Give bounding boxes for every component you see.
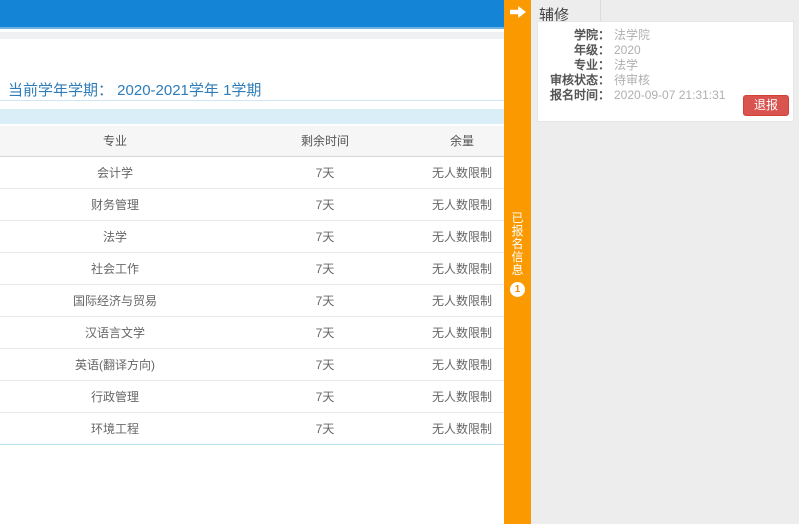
cell-quota: 无人数限制 (420, 348, 504, 381)
main-content: 当前学年学期： 2020-2021学年 1学期 专业 剩余时间 余量 会计学 7天… (0, 0, 504, 524)
table-row[interactable]: 财务管理 7天 无人数限制 (0, 188, 504, 221)
cell-major: 国际经济与贸易 (0, 284, 230, 317)
field-label: 审核状态： (549, 73, 610, 87)
registered-info-tab[interactable]: 已报名信息 1 (504, 0, 531, 524)
majors-table: 专业 剩余时间 余量 会计学 7天 无人数限制 财务管理 7天 无人数限制 法学 7天 无人数限… (0, 126, 504, 445)
field-value: 2020 (614, 43, 641, 57)
cell-remaining-time: 7天 (230, 316, 420, 349)
cell-quota: 无人数限制 (420, 220, 504, 253)
field-label: 学院： (573, 28, 610, 42)
field-label: 年级： (573, 43, 610, 57)
info-strip (0, 109, 504, 124)
col-header-quota: 余量 (420, 126, 504, 157)
cell-quota: 无人数限制 (420, 156, 504, 189)
table-row[interactable]: 社会工作 7天 无人数限制 (0, 252, 504, 285)
field-row: 学院： 法学院 (538, 28, 793, 43)
field-row: 年级： 2020 (538, 43, 793, 58)
table-row[interactable]: 国际经济与贸易 7天 无人数限制 (0, 284, 504, 317)
header-divider-strip (0, 32, 504, 39)
table-row[interactable]: 汉语言文学 7天 无人数限制 (0, 316, 504, 349)
cell-remaining-time: 7天 (230, 348, 420, 381)
field-row: 审核状态： 待审核 (538, 73, 793, 88)
minor-registration-page: 当前学年学期： 2020-2021学年 1学期 专业 剩余时间 余量 会计学 7天… (0, 0, 799, 524)
table-row[interactable]: 会计学 7天 无人数限制 (0, 156, 504, 189)
cell-major: 法学 (0, 220, 230, 253)
cell-major: 会计学 (0, 156, 230, 189)
table-row[interactable]: 英语(翻译方向) 7天 无人数限制 (0, 348, 504, 381)
registered-count-badge: 1 (510, 282, 525, 297)
col-header-remaining-time: 剩余时间 (230, 126, 420, 157)
field-row: 专业： 法学 (538, 58, 793, 73)
field-label: 报名时间： (549, 88, 610, 102)
cell-remaining-time: 7天 (230, 412, 420, 445)
cell-quota: 无人数限制 (420, 412, 504, 445)
col-header-major: 专业 (0, 126, 230, 157)
cell-remaining-time: 7天 (230, 284, 420, 317)
registration-fields: 学院： 法学院 年级： 2020 专业： 法学 审核状态： 待审核 报名时间： 2020-09-0… (538, 28, 793, 103)
registered-info-panel: 辅修 学院： 法学院 年级： 2020 专业： 法学 审核状态： 待审核 报名时间： 2020-0… (531, 0, 799, 524)
cell-remaining-time: 7天 (230, 252, 420, 285)
top-blue-bar (0, 0, 504, 29)
cell-remaining-time: 7天 (230, 380, 420, 413)
cell-quota: 无人数限制 (420, 188, 504, 221)
cell-major: 环境工程 (0, 412, 230, 445)
cell-major: 财务管理 (0, 188, 230, 221)
cell-remaining-time: 7天 (230, 220, 420, 253)
registered-info-label-char: 息 (511, 263, 524, 277)
withdraw-button[interactable]: 退报 (742, 95, 789, 116)
field-value: 法学院 (614, 28, 651, 42)
field-value: 待审核 (614, 73, 651, 87)
field-label: 专业： (573, 58, 610, 72)
cell-major: 行政管理 (0, 380, 230, 413)
cell-major: 汉语言文学 (0, 316, 230, 349)
cell-quota: 无人数限制 (420, 252, 504, 285)
current-term-title: 当前学年学期： 2020-2021学年 1学期 (0, 80, 504, 101)
cell-remaining-time: 7天 (230, 156, 420, 189)
field-value: 2020-09-07 21:31:31 (614, 88, 726, 102)
table-row[interactable]: 法学 7天 无人数限制 (0, 220, 504, 253)
registered-info-label: 已报名信息 (504, 212, 531, 277)
cell-quota: 无人数限制 (420, 316, 504, 349)
table-row[interactable]: 环境工程 7天 无人数限制 (0, 412, 504, 445)
table-row[interactable]: 行政管理 7天 无人数限制 (0, 380, 504, 413)
registration-card: 学院： 法学院 年级： 2020 专业： 法学 审核状态： 待审核 报名时间： 2020-09-0… (537, 21, 794, 122)
table-header-row: 专业 剩余时间 余量 (0, 126, 504, 157)
cell-major: 英语(翻译方向) (0, 348, 230, 381)
cell-remaining-time: 7天 (230, 188, 420, 221)
arrow-right-icon[interactable] (504, 5, 531, 23)
cell-quota: 无人数限制 (420, 380, 504, 413)
cell-quota: 无人数限制 (420, 284, 504, 317)
cell-major: 社会工作 (0, 252, 230, 285)
field-value: 法学 (614, 58, 639, 72)
panel-title: 辅修 (539, 7, 570, 24)
